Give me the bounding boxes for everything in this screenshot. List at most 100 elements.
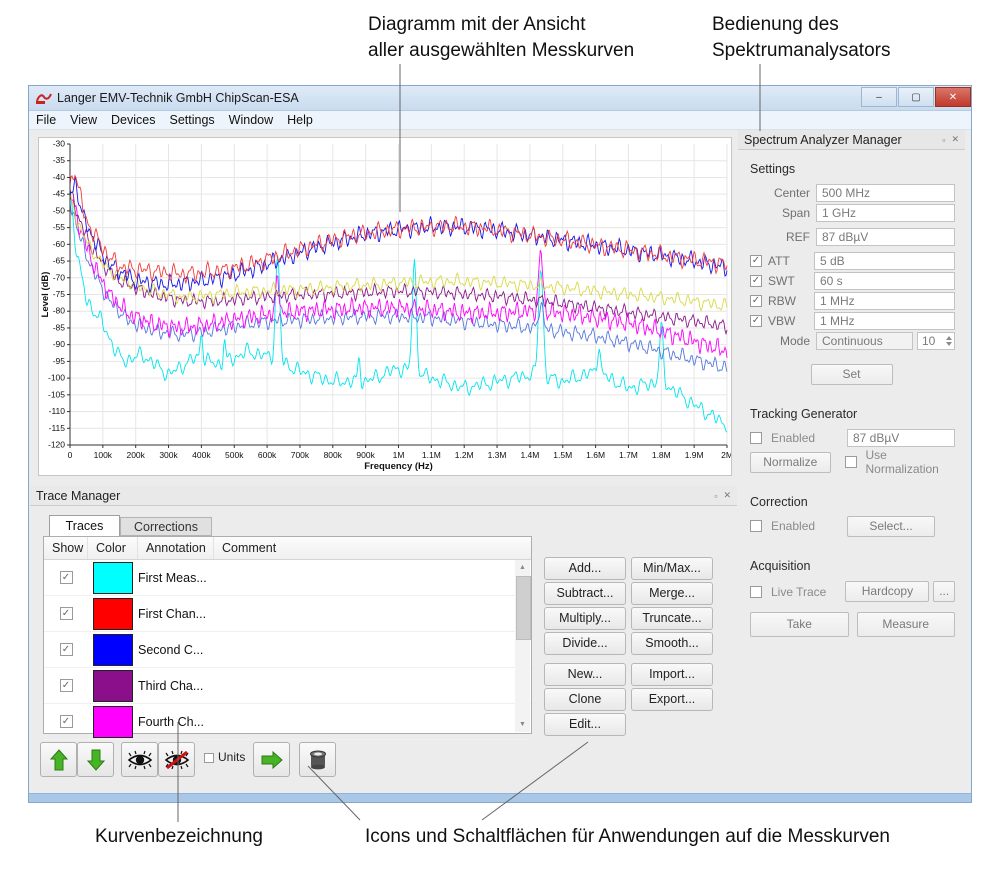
- att-input[interactable]: 5 dB: [814, 252, 955, 270]
- correction-enabled-checkbox[interactable]: [750, 520, 762, 532]
- table-row[interactable]: ✓ Third Cha...: [44, 668, 531, 704]
- float-panel-icon[interactable]: ▫: [942, 135, 945, 145]
- att-checkbox[interactable]: ✓: [750, 255, 762, 267]
- ref-label: REF: [766, 230, 810, 244]
- ref-input[interactable]: 87 dBµV: [816, 228, 955, 246]
- apply-button[interactable]: [253, 742, 290, 777]
- col-comment: Comment: [214, 537, 304, 559]
- hardcopy-button[interactable]: Hardcopy: [845, 581, 929, 602]
- trace-visible-checkbox[interactable]: ✓: [60, 571, 73, 584]
- table-scrollbar[interactable]: ▲ ▼: [515, 560, 530, 732]
- measure-button[interactable]: Measure: [857, 612, 956, 637]
- swt-input[interactable]: 60 s: [814, 272, 955, 290]
- svg-text:1M: 1M: [393, 450, 405, 460]
- clone-button[interactable]: Clone: [544, 688, 626, 711]
- spinner-up-icon[interactable]: [946, 336, 952, 340]
- center-input[interactable]: 500 MHz: [816, 184, 955, 202]
- table-row[interactable]: ✓First Meas...: [44, 560, 531, 596]
- spectrum-plot-panel[interactable]: -30-35-40-45-50-55-60-65-70-75-80-85-90-…: [38, 137, 732, 476]
- vbw-input[interactable]: 1 MHz: [814, 312, 955, 330]
- hide-trace-button[interactable]: [158, 742, 195, 777]
- float-panel-icon[interactable]: ▫: [714, 491, 717, 501]
- trace-visible-checkbox[interactable]: ✓: [60, 607, 73, 620]
- correction-select-button[interactable]: Select...: [847, 516, 935, 537]
- menu-window[interactable]: Window: [222, 113, 280, 127]
- panel-title: Spectrum Analyzer Manager: [744, 133, 942, 147]
- show-trace-button[interactable]: [121, 742, 158, 777]
- live-trace-checkbox[interactable]: [750, 586, 762, 598]
- menu-file[interactable]: File: [29, 113, 63, 127]
- mode-dropdown[interactable]: Continuous: [816, 332, 913, 350]
- trace-visible-checkbox[interactable]: ✓: [60, 715, 73, 728]
- take-button[interactable]: Take: [750, 612, 849, 637]
- rbw-checkbox[interactable]: ✓: [750, 295, 762, 307]
- app-logo-icon: [35, 91, 53, 106]
- menu-view[interactable]: View: [63, 113, 104, 127]
- svg-text:-45: -45: [53, 189, 66, 199]
- tg-enabled-checkbox[interactable]: [750, 432, 762, 444]
- export-button[interactable]: Export...: [631, 688, 713, 711]
- trace-color-swatch[interactable]: [93, 670, 133, 702]
- menu-devices[interactable]: Devices: [104, 113, 162, 127]
- move-up-button[interactable]: [40, 742, 77, 777]
- annotation-icons-buttons: Icons und Schaltflächen für Anwendungen …: [365, 824, 890, 850]
- trace-manager-header[interactable]: Trace Manager ▫ ✕: [30, 486, 737, 506]
- hardcopy-more-button[interactable]: ...: [933, 581, 955, 602]
- set-button[interactable]: Set: [811, 364, 893, 385]
- svg-text:-120: -120: [48, 440, 65, 450]
- maximize-button[interactable]: ▢: [898, 87, 934, 107]
- divide-button[interactable]: Divide...: [544, 632, 626, 655]
- table-row[interactable]: ✓Second C...: [44, 632, 531, 668]
- units-checkbox[interactable]: [204, 753, 214, 763]
- tg-level-input[interactable]: 87 dBµV: [847, 429, 955, 447]
- trace-color-swatch[interactable]: [93, 634, 133, 666]
- spectrum-chart: -30-35-40-45-50-55-60-65-70-75-80-85-90-…: [39, 138, 731, 475]
- close-panel-icon[interactable]: ✕: [951, 134, 959, 145]
- trace-color-swatch[interactable]: [93, 598, 133, 630]
- trace-color-swatch[interactable]: [93, 706, 133, 738]
- close-button[interactable]: ✕: [935, 87, 971, 107]
- edit-button[interactable]: Edit...: [544, 713, 626, 736]
- table-row[interactable]: ✓First Chan...: [44, 596, 531, 632]
- menu-help[interactable]: Help: [280, 113, 320, 127]
- minmax-button[interactable]: Min/Max...: [631, 557, 713, 580]
- multiply-button[interactable]: Multiply...: [544, 607, 626, 630]
- svg-text:600k: 600k: [258, 450, 277, 460]
- add-button[interactable]: Add...: [544, 557, 626, 580]
- title-bar[interactable]: Langer EMV-Technik GmbH ChipScan-ESA: [29, 86, 971, 111]
- normalize-button[interactable]: Normalize: [750, 452, 831, 473]
- svg-text:-90: -90: [53, 339, 66, 349]
- trace-visible-checkbox[interactable]: ✓: [60, 679, 73, 692]
- minimize-button[interactable]: –: [861, 87, 897, 107]
- merge-button[interactable]: Merge...: [631, 582, 713, 605]
- close-panel-icon[interactable]: ✕: [723, 490, 731, 501]
- smooth-button[interactable]: Smooth...: [631, 632, 713, 655]
- span-input[interactable]: 1 GHz: [816, 204, 955, 222]
- mode-count-spinner[interactable]: 10: [917, 332, 955, 350]
- move-down-button[interactable]: [77, 742, 114, 777]
- rbw-input[interactable]: 1 MHz: [814, 292, 955, 310]
- truncate-button[interactable]: Truncate...: [631, 607, 713, 630]
- table-row[interactable]: ✓Fourth Ch...: [44, 704, 531, 740]
- menu-settings[interactable]: Settings: [163, 113, 222, 127]
- scrollbar-thumb[interactable]: [516, 576, 531, 640]
- use-normalization-checkbox[interactable]: [845, 456, 857, 468]
- scroll-up-icon[interactable]: ▲: [515, 560, 530, 575]
- new-button[interactable]: New...: [544, 663, 626, 686]
- subtract-button[interactable]: Subtract...: [544, 582, 626, 605]
- trace-annotation: Third Cha...: [138, 679, 203, 693]
- vbw-checkbox[interactable]: ✓: [750, 315, 762, 327]
- trace-color-swatch[interactable]: [93, 562, 133, 594]
- tab-traces[interactable]: Traces: [49, 515, 120, 536]
- use-normalization-label: Use Normalization: [866, 448, 956, 476]
- delete-trace-button[interactable]: [299, 742, 336, 777]
- swt-checkbox[interactable]: ✓: [750, 275, 762, 287]
- panel-header[interactable]: Spectrum Analyzer Manager ▫ ✕: [738, 130, 965, 150]
- spinner-down-icon[interactable]: [946, 342, 952, 346]
- trace-visible-checkbox[interactable]: ✓: [60, 643, 73, 656]
- svg-text:200k: 200k: [126, 450, 145, 460]
- svg-text:-30: -30: [53, 139, 66, 149]
- tab-corrections[interactable]: Corrections: [120, 517, 212, 536]
- import-button[interactable]: Import...: [631, 663, 713, 686]
- scroll-down-icon[interactable]: ▼: [515, 717, 530, 732]
